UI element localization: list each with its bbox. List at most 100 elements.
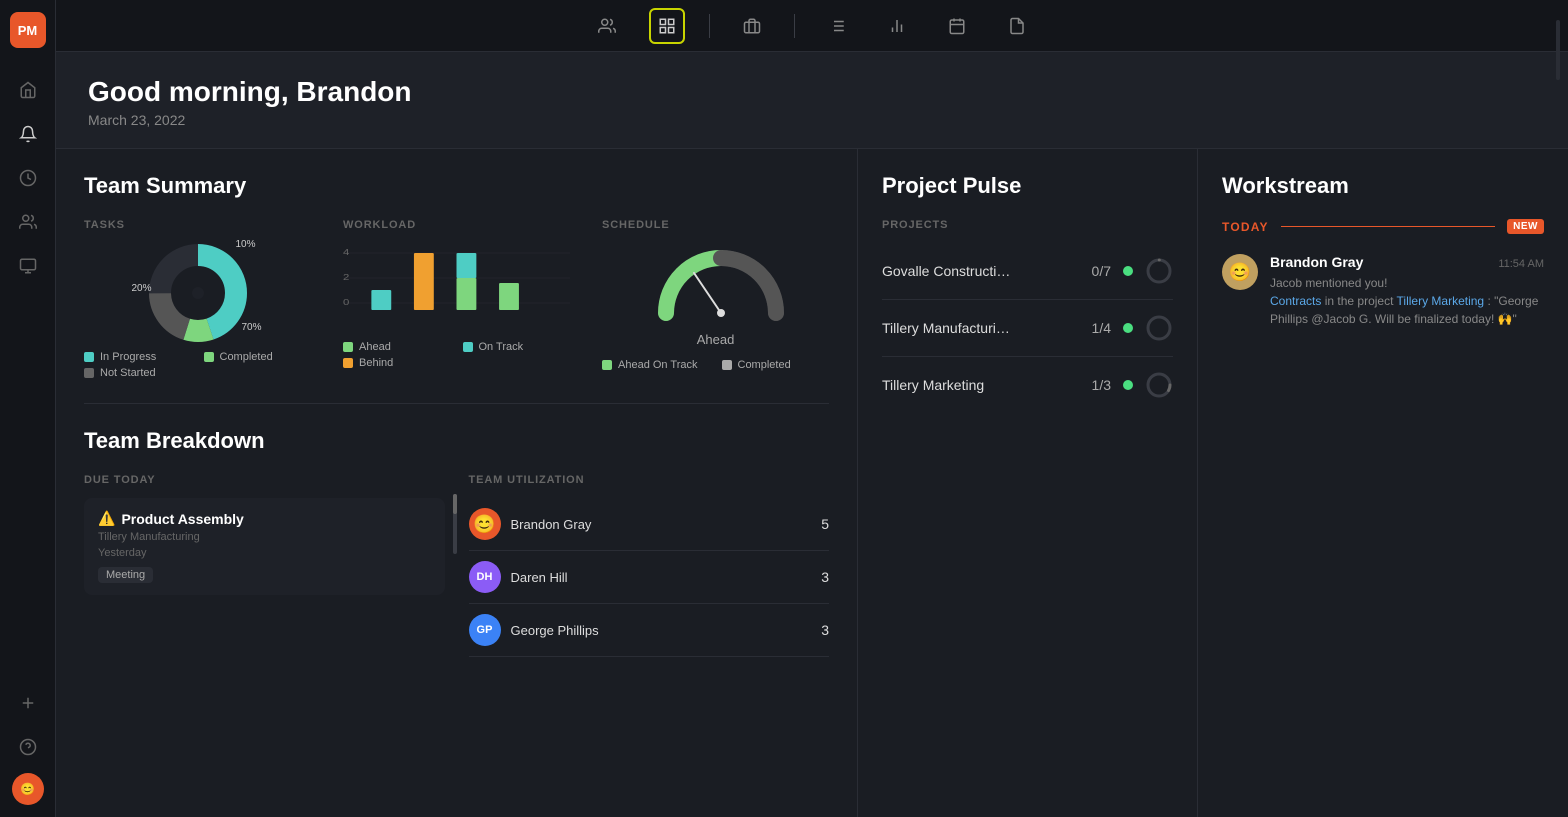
panels: Team Summary TASKS (56, 149, 1568, 817)
team-utilization-column: TEAM UTILIZATION 😊 Brandon Gray 5 DH Dar… (469, 474, 830, 657)
workstream-panel: Workstream TODAY NEW 😊 Brandon Gray 11:5… (1198, 149, 1568, 817)
today-line (1281, 226, 1495, 227)
util-item-daren[interactable]: DH Daren Hill 3 (469, 551, 830, 604)
schedule-chart-block: SCHEDULE (602, 219, 829, 371)
workload-label: WORKLOAD (343, 219, 570, 231)
document-nav-icon[interactable] (999, 8, 1035, 44)
behind-label: Behind (359, 357, 393, 369)
project-status-govalle (1123, 266, 1133, 276)
scroll-indicator (453, 494, 457, 554)
in-progress-label: In Progress (100, 351, 156, 363)
on-track-label: On Track (479, 341, 524, 353)
ws-content: Brandon Gray 11:54 AM Jacob mentioned yo… (1270, 254, 1544, 328)
sidebar: PM 😊 (0, 0, 56, 817)
team-breakdown-row: DUE TODAY ⚠️ Product Assembly Tillery Ma… (84, 474, 829, 657)
avatar-brandon: 😊 (469, 508, 501, 540)
workstream-today-header: TODAY NEW (1222, 219, 1544, 234)
util-item-brandon[interactable]: 😊 Brandon Gray 5 (469, 498, 830, 551)
task-item-sub2: Yesterday (98, 547, 431, 559)
sidebar-item-history[interactable] (10, 160, 46, 196)
due-today-column: DUE TODAY ⚠️ Product Assembly Tillery Ma… (84, 474, 445, 657)
page-header: Good morning, Brandon March 23, 2022 (56, 52, 1568, 149)
sidebar-item-home[interactable] (10, 72, 46, 108)
svg-text:4: 4 (343, 248, 350, 257)
sidebar-item-notifications[interactable] (10, 116, 46, 152)
legend-completed-schedule: Completed (722, 359, 830, 371)
ahead-on-track-label: Ahead On Track (618, 359, 698, 371)
in-progress-dot (84, 352, 94, 362)
team-breakdown-title: Team Breakdown (84, 428, 829, 454)
util-count-daren: 3 (821, 569, 829, 585)
gauge-chart: Ahead (656, 243, 776, 347)
content-area: Good morning, Brandon March 23, 2022 Tea… (56, 52, 1568, 817)
legend-in-progress: In Progress (84, 351, 192, 363)
today-label: TODAY (1222, 220, 1269, 234)
calendar-nav-icon[interactable] (939, 8, 975, 44)
projects-label: PROJECTS (882, 219, 1173, 231)
app-logo[interactable]: PM (10, 12, 46, 48)
charts-row: TASKS (84, 219, 829, 379)
main-area: Good morning, Brandon March 23, 2022 Tea… (56, 0, 1568, 817)
team-util-label: TEAM UTILIZATION (469, 474, 830, 486)
help-icon[interactable] (10, 729, 46, 765)
util-count-george: 3 (821, 622, 829, 638)
completed-label: Completed (220, 351, 273, 363)
util-item-george[interactable]: GP George Phillips 3 (469, 604, 830, 657)
project-progress-govalle (1145, 257, 1173, 285)
pie-label-20: 20% (132, 283, 152, 294)
legend-completed: Completed (204, 351, 312, 363)
task-item-sub1: Tillery Manufacturing (98, 531, 431, 543)
project-row-tillery-mfg[interactable]: Tillery Manufacturi… 1/4 (882, 300, 1173, 357)
on-track-dot (463, 342, 473, 352)
chart-nav-icon[interactable] (879, 8, 915, 44)
sidebar-item-people[interactable] (10, 204, 46, 240)
project-name-tillery-mfg: Tillery Manufacturi… (882, 320, 1069, 336)
ahead-on-track-dot (602, 360, 612, 370)
add-icon[interactable] (10, 685, 46, 721)
pie-label-10: 10% (235, 239, 255, 250)
briefcase-nav-icon[interactable] (734, 8, 770, 44)
ws-header-row: Brandon Gray 11:54 AM (1270, 254, 1544, 270)
project-row-govalle[interactable]: Govalle Constructi… 0/7 (882, 243, 1173, 300)
left-panel: Team Summary TASKS (56, 149, 858, 817)
project-status-tillery-mkt (1123, 380, 1133, 390)
sidebar-item-projects[interactable] (10, 248, 46, 284)
nav-divider-2 (794, 14, 795, 38)
pie-chart: 10% 20% 70% (148, 243, 248, 343)
schedule-legend: Ahead On Track Completed (602, 359, 829, 371)
people-group-nav-icon[interactable] (589, 8, 625, 44)
ws-link-contracts[interactable]: Contracts (1270, 294, 1321, 308)
legend-ahead-on-track: Ahead On Track (602, 359, 710, 371)
list-nav-icon[interactable] (819, 8, 855, 44)
workload-legend: Ahead On Track Behind (343, 341, 570, 369)
completed-schedule-label: Completed (738, 359, 791, 371)
util-name-george: George Phillips (511, 623, 812, 638)
ws-message: Jacob mentioned you! Contracts in the pr… (1270, 274, 1544, 328)
legend-not-started: Not Started (84, 367, 192, 379)
completed-schedule-dot (722, 360, 732, 370)
due-today-label: DUE TODAY (84, 474, 445, 486)
project-progress-tillery-mfg (1145, 314, 1173, 342)
not-started-dot (84, 368, 94, 378)
project-name-tillery-mkt: Tillery Marketing (882, 377, 1069, 393)
workload-nav-icon[interactable] (649, 8, 685, 44)
svg-text:2: 2 (343, 273, 349, 282)
user-avatar[interactable]: 😊 (12, 773, 44, 805)
task-item[interactable]: ⚠️ Product Assembly Tillery Manufacturin… (84, 498, 445, 595)
project-pulse-title: Project Pulse (882, 173, 1173, 199)
task-tag: Meeting (98, 567, 153, 583)
project-count-tillery-mfg: 1/4 (1081, 320, 1111, 336)
util-name-daren: Daren Hill (511, 570, 812, 585)
section-divider (84, 403, 829, 404)
util-name-brandon: Brandon Gray (511, 517, 812, 532)
ws-link-tillery-marketing[interactable]: Tillery Marketing (1397, 294, 1485, 308)
behind-dot (343, 358, 353, 368)
scroll-thumb (453, 494, 457, 514)
project-row-tillery-mkt[interactable]: Tillery Marketing 1/3 (882, 357, 1173, 413)
ws-time: 11:54 AM (1498, 258, 1544, 270)
ws-in-project-text: in the project (1325, 294, 1397, 308)
schedule-label: SCHEDULE (602, 219, 829, 231)
project-name-govalle: Govalle Constructi… (882, 263, 1069, 279)
util-count-brandon: 5 (821, 516, 829, 532)
sidebar-bottom: 😊 (10, 685, 46, 805)
